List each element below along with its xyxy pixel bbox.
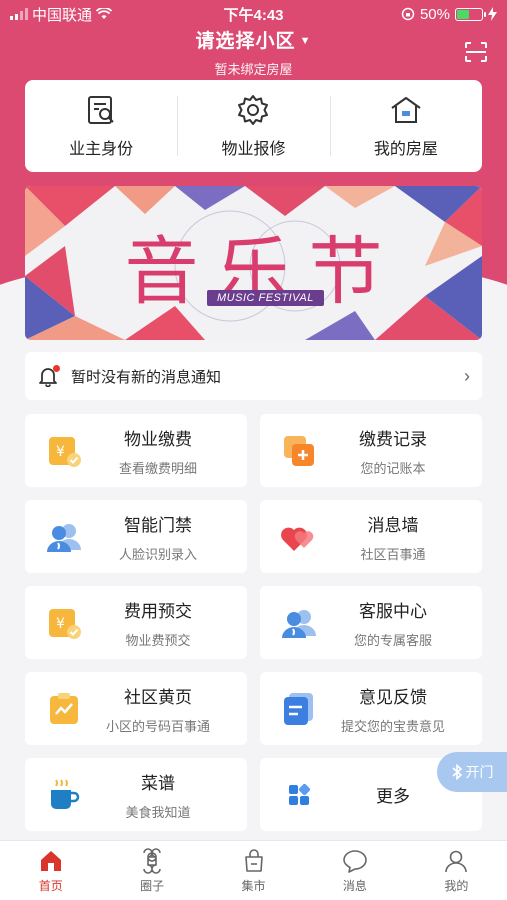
signal-icon [10,8,28,20]
tab-label: 我的 [444,878,469,893]
service-smart-access[interactable]: 智能门禁人脸识别录入 [25,500,247,573]
notification-text: 暂时没有新的消息通知 [71,368,222,386]
tab-label: 圈子 [140,878,165,893]
message-wall-icon [281,527,314,551]
wifi-icon [96,8,113,19]
rotation-lock-icon [401,7,415,21]
tab-circle[interactable]: 圈子 [101,841,202,900]
chevron-right-icon: › [464,365,470,386]
service-desc: 查看缴费明细 [118,460,197,476]
tab-market[interactable]: 集市 [203,841,304,900]
quick-action-label: 物业报修 [221,141,286,158]
id-card-icon [88,96,114,124]
feedback-icon [284,692,313,725]
service-title: 社区黄页 [124,687,192,707]
community-header: 请选择小区 ▼ 暂未绑定房屋 [0,26,507,78]
banner-subtitle: MUSIC FESTIVAL [207,290,324,306]
bell-icon [37,365,60,388]
service-desc: 美食我知道 [125,804,191,820]
tab-label: 首页 [38,878,63,893]
market-icon [244,848,263,872]
quick-actions-card: 业主身份 物业报修 我的房屋 [25,80,482,172]
quick-action-label: 业主身份 [69,141,134,158]
battery-icon [455,7,486,21]
notification-bar[interactable]: 暂时没有新的消息通知 › [25,352,482,400]
tab-label: 消息 [342,878,367,893]
bottom-tab-bar: 首页 圈子 集市 消息 我的 [0,840,507,900]
service-payment-record[interactable]: 缴费记录 您的记账本 [260,414,482,487]
status-bar: 中国联通 下午4:43 50% [0,0,507,28]
quick-action-repair[interactable]: 物业报修 [177,80,329,172]
quick-action-owner-identity[interactable]: 业主身份 [25,80,177,172]
service-desc: 人脸识别录入 [118,546,197,562]
smart-access-icon [47,523,81,552]
service-title: 缴费记录 [359,429,427,449]
tab-label: 集市 [241,878,266,893]
service-desc: 提交您的宝贵意见 [340,718,445,734]
caret-down-icon[interactable]: ▼ [300,35,312,47]
unread-dot [53,365,60,372]
more-icon [289,783,311,805]
property-fee-icon: ¥ [49,436,81,467]
carrier-label: 中国联通 [32,6,93,24]
service-customer-center[interactable]: 客服中心您的专属客服 [260,586,482,659]
quick-action-my-house[interactable]: 我的房屋 [329,80,482,172]
battery-percent: 50% [419,5,450,23]
customer-service-icon [282,609,316,638]
bluetooth-icon [451,764,462,780]
service-yellow-pages[interactable]: 社区黄页小区的号码百事通 [25,672,247,745]
open-door-label: 开门 [465,764,494,780]
service-desc: 社区百事通 [360,546,426,562]
service-desc: 小区的号码百事通 [105,718,210,734]
service-title: 费用预交 [124,601,192,621]
gear-icon [238,95,269,125]
community-name[interactable]: 请选择小区 [196,31,296,52]
service-title: 物业缴费 [124,429,192,449]
service-title: 意见反馈 [359,687,427,707]
payment-record-icon [284,435,314,466]
service-title: 智能门禁 [124,515,192,535]
message-icon [343,849,367,873]
service-desc: 您的专属客服 [353,632,432,648]
service-feedback[interactable]: 意见反馈提交您的宝贵意见 [260,672,482,745]
service-desc: 您的记账本 [360,460,426,476]
service-prepay[interactable]: ¥ 费用预交物业费预交 [25,586,247,659]
service-desc: 物业费预交 [125,632,191,648]
prepay-icon: ¥ [49,608,81,639]
service-title: 菜谱 [141,773,175,793]
service-title: 客服中心 [359,601,427,621]
tab-home[interactable]: 首页 [0,841,101,900]
clock: 下午4:43 [223,6,284,24]
svg-text:¥: ¥ [56,616,65,632]
recipe-icon [51,778,80,809]
service-message-wall[interactable]: 消息墙 社区百事通 [260,500,482,573]
tab-profile[interactable]: 我的 [406,841,507,900]
music-festival-banner[interactable]: 音乐节 MUSIC FESTIVAL [25,186,482,340]
services-grid: ¥ 物业缴费查看缴费明细 缴费记录您的记账本 智能门禁人脸识别录入 消息墙社区百… [25,414,482,831]
service-recipe[interactable]: 菜谱 美食我知道 [25,758,247,831]
svg-text:¥: ¥ [56,444,65,460]
tab-messages[interactable]: 消息 [304,841,405,900]
charging-icon [488,7,497,21]
home-icon [40,850,61,871]
community-selector[interactable]: 请选择小区 ▼ [0,26,507,53]
profile-icon [445,850,468,872]
quick-action-label: 我的房屋 [373,141,438,158]
service-title: 消息墙 [367,515,419,535]
house-binding-status: 暂未绑定房屋 [214,62,293,77]
yellow-pages-icon [50,692,78,724]
scan-icon[interactable] [465,42,487,62]
house-icon [391,97,421,123]
service-property-fee[interactable]: ¥ 物业缴费查看缴费明细 [25,414,247,487]
circle-icon [143,847,161,874]
open-door-button[interactable]: 开门 [437,752,507,792]
